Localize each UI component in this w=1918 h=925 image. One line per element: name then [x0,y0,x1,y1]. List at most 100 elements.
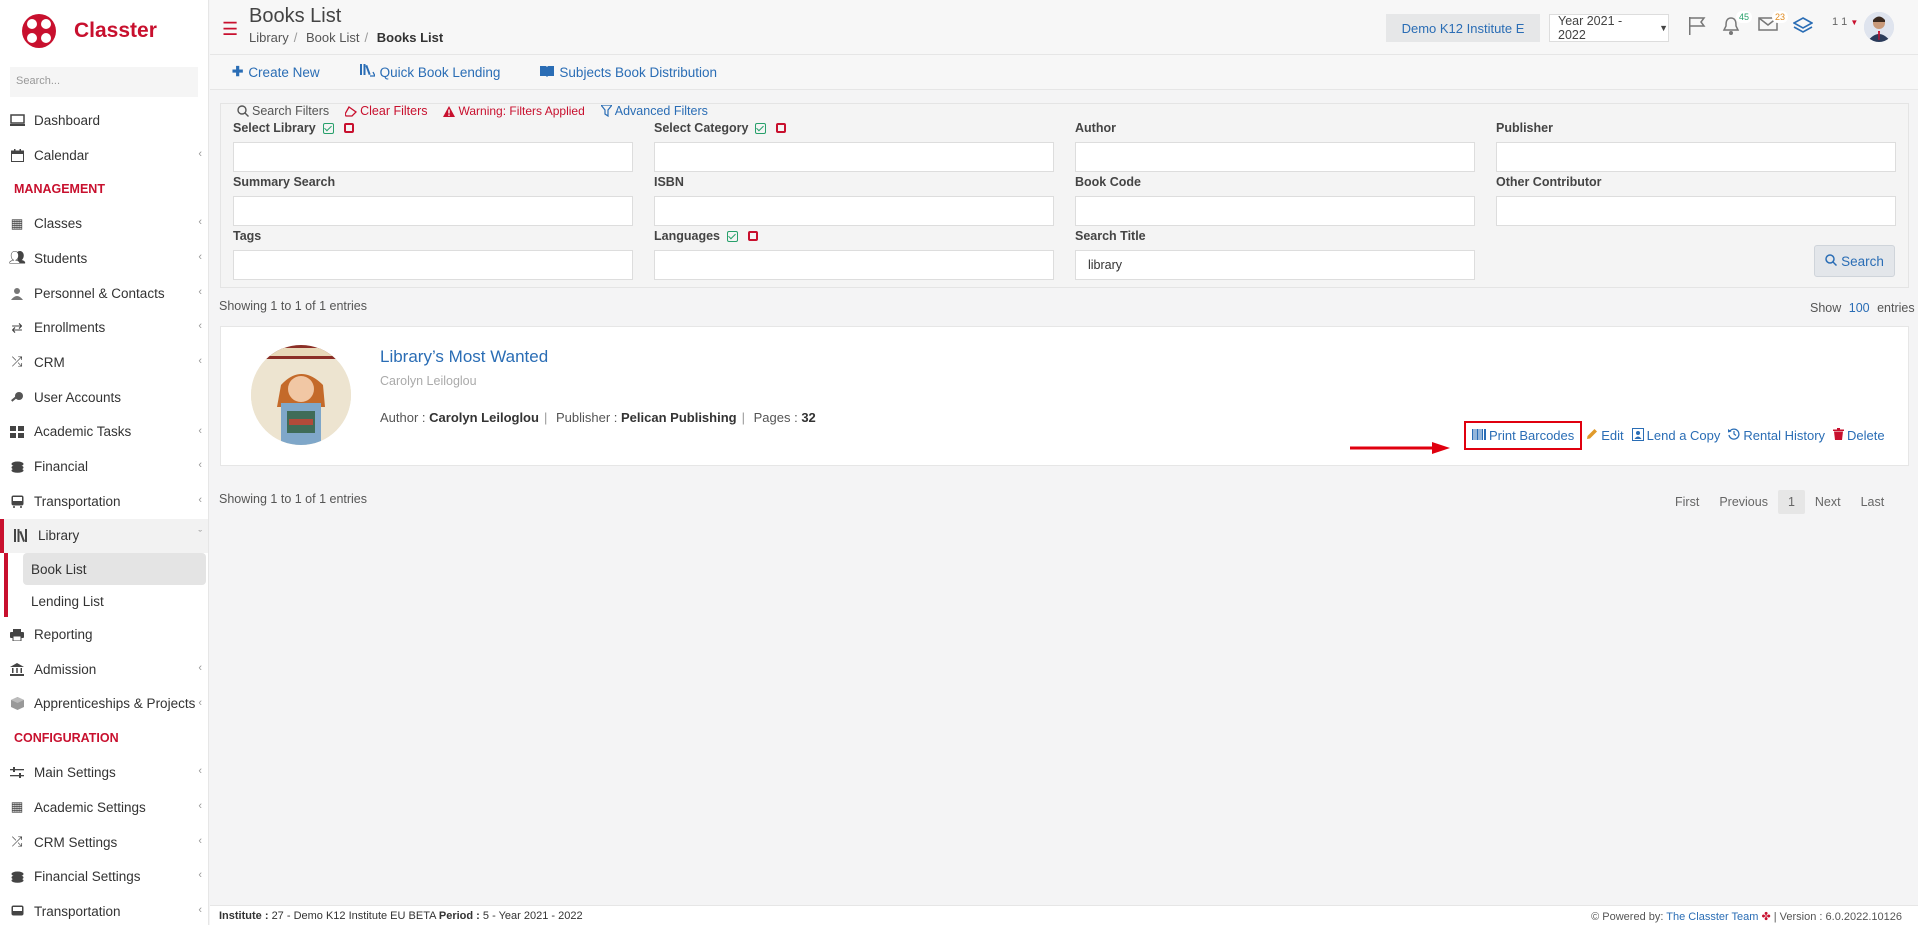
filters-panel: Search Filters Clear Filters Warning: Fi… [220,103,1909,288]
book-card: Library’s Most Wanted Carolyn Leiloglou … [220,326,1909,466]
search-filters-toggle[interactable]: Search Filters [237,104,337,118]
pagination-next[interactable]: Next [1805,490,1851,514]
select-all-checkbox-icon[interactable] [727,230,738,242]
sidebar-item-enrollments[interactable]: ⇄ Enrollments ‹ [0,310,208,345]
breadcrumb-item[interactable]: Book List [306,30,359,45]
pagination-last[interactable]: Last [1851,490,1895,514]
sidebar-item-academic-settings[interactable]: ▦ Academic Settings ‹ [0,790,208,825]
search-button[interactable]: Search [1814,245,1895,277]
box-icon [8,697,26,711]
subjects-book-distribution-button[interactable]: Subjects Book Distribution [540,65,717,80]
sidebar-item-personnel[interactable]: Personnel & Contacts ‹ [0,276,208,311]
languages-input[interactable] [654,250,1054,280]
pages-meta-label: Pages : [753,410,798,425]
books-icon [12,529,30,543]
sidebar-item-crm-settings[interactable]: ⤮ CRM Settings ‹ [0,825,208,860]
institute-selector[interactable]: Demo K12 Institute E [1386,14,1540,42]
other-contributor-input[interactable] [1496,196,1896,226]
quick-book-lending-button[interactable]: Quick Book Lending [359,64,500,80]
create-new-button[interactable]: ✚ Create New [232,64,320,80]
sidebar-item-crm[interactable]: ⤮ CRM ‹ [0,345,208,380]
publisher-input[interactable] [1496,142,1896,172]
user-menu[interactable]: 1 1 ▼ [1832,16,1858,28]
summary-search-field: Summary Search [233,174,633,226]
pagination-first[interactable]: First [1665,490,1709,514]
edit-button[interactable]: Edit [1586,428,1624,443]
pagination: First Previous 1 Next Last [1665,490,1894,514]
sidebar-item-financial-settings[interactable]: Financial Settings ‹ [0,859,208,894]
pagination-previous[interactable]: Previous [1709,490,1778,514]
select-category-input[interactable] [654,142,1054,172]
trash-icon [1833,428,1845,443]
page-size-control: Show 100 entries [1810,301,1915,315]
lend-a-copy-button[interactable]: Lend a Copy [1631,427,1720,444]
sidebar-item-calendar[interactable]: Calendar ‹ [0,138,208,173]
page-size-selector[interactable]: 100 [1849,301,1870,315]
monitor-icon [8,113,26,127]
select-all-checkbox-icon[interactable] [322,122,334,134]
book-cover-image[interactable] [251,345,351,445]
rental-history-button[interactable]: Rental History [1728,428,1825,443]
footer: Institute : 27 - Demo K12 Institute EU B… [210,905,1918,925]
sidebar-item-financial[interactable]: Financial ‹ [0,449,208,484]
sidebar-subitem-lending-list[interactable]: Lending List [8,585,208,617]
advanced-filters-button[interactable]: Advanced Filters [600,104,716,118]
chevron-left-icon: ‹ [198,147,202,160]
sidebar-item-classes[interactable]: ▦ Classes ‹ [0,206,208,241]
year-selector[interactable]: Year 2021 - 2022 ▼ [1549,14,1669,42]
breadcrumb-current: Books List [376,30,444,45]
delete-button[interactable]: Delete [1833,428,1885,443]
pagination-current-page[interactable]: 1 [1777,490,1805,514]
subjects-book-distribution-label: Subjects Book Distribution [559,64,717,80]
sidebar-item-reporting[interactable]: Reporting [0,617,208,652]
year-selector-value: Year 2021 - 2022 [1558,14,1623,42]
shuffle-icon: ⤮ [11,354,23,370]
author-input[interactable] [1075,142,1475,172]
sliders-icon [8,766,26,780]
bell-icon[interactable]: 45 [1722,11,1752,38]
breadcrumb-item[interactable]: Library [249,30,289,45]
print-barcodes-button[interactable]: Print Barcodes [1464,421,1583,450]
footer-team-link[interactable]: The Classter Team [1666,911,1758,923]
filters-header: Search Filters Clear Filters Warning: Fi… [237,104,724,118]
select-all-checkbox-icon[interactable] [755,122,767,134]
avatar[interactable] [1864,12,1894,42]
book-code-input[interactable] [1075,196,1475,226]
hamburger-menu-icon[interactable]: ☰ [222,19,238,40]
grid-icon [8,425,26,439]
other-contributor-label: Other Contributor [1496,175,1602,189]
sidebar-item-library[interactable]: Library ˇ [0,518,208,554]
key-icon [8,390,26,404]
classes-icon: ▦ [10,215,24,231]
sidebar-item-academic-tasks[interactable]: Academic Tasks ‹ [0,415,208,450]
select-library-input[interactable] [233,142,633,172]
sidebar-item-dashboard[interactable]: Dashboard [0,103,208,138]
deselect-all-checkbox-icon[interactable] [776,123,787,133]
brand-logo[interactable]: Classter [0,0,208,62]
sidebar-item-students[interactable]: 👥︎ Students ‹ [0,241,208,276]
sidebar-item-main-settings[interactable]: Main Settings ‹ [0,755,208,790]
clear-filters-button[interactable]: Clear Filters [345,104,435,118]
summary-search-input[interactable] [233,196,633,226]
layers-icon[interactable] [1792,16,1815,38]
sidebar-item-transportation[interactable]: Transportation ‹ [0,484,208,519]
footer-institute-label: Institute : [219,910,269,922]
isbn-input[interactable] [654,196,1054,226]
chevron-left-icon: ‹ [198,696,202,709]
sidebar-item-transportation-settings[interactable]: Transportation ‹ [0,894,208,925]
footer-context: Institute : 27 - Demo K12 Institute EU B… [219,910,583,922]
sidebar-item-admission[interactable]: Admission ‹ [0,652,208,687]
envelope-icon[interactable]: 23 [1758,11,1788,38]
book-title-link[interactable]: Library’s Most Wanted [380,347,548,367]
sidebar-search-input[interactable]: Search... [10,67,198,97]
deselect-all-checkbox-icon[interactable] [748,231,758,241]
deselect-all-checkbox-icon[interactable] [343,123,354,133]
other-contributor-field: Other Contributor [1496,174,1896,226]
flag-icon[interactable] [1687,16,1709,38]
sidebar-item-apprenticeships[interactable]: Apprenticeships & Projects ‹ [0,687,208,722]
search-title-input[interactable] [1075,250,1475,280]
sidebar-section-management: MANAGEMENT [14,182,105,197]
tags-input[interactable] [233,250,633,280]
sidebar-item-user-accounts[interactable]: User Accounts [0,380,208,415]
sidebar-subitem-book-list[interactable]: Book List [23,553,206,586]
